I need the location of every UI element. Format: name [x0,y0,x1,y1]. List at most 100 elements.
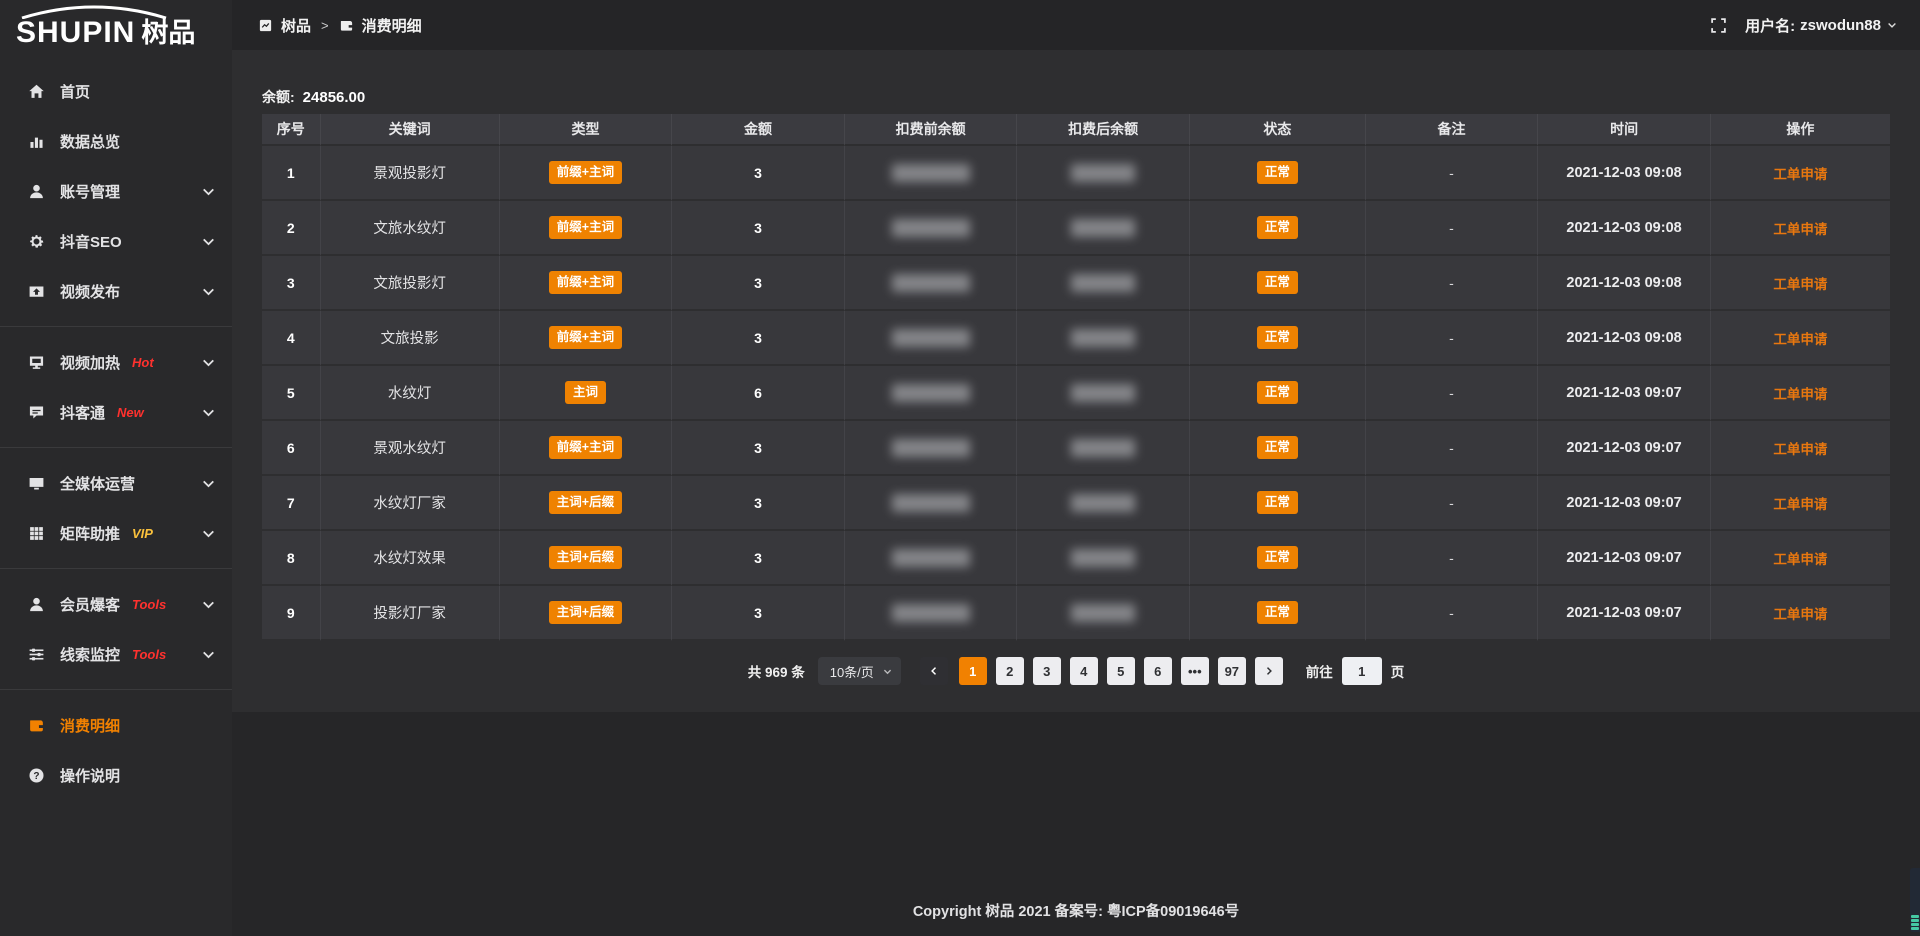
cell-remark: - [1366,476,1539,531]
work-order-link[interactable]: 工单申请 [1773,167,1827,182]
breadcrumb-item-home[interactable]: 树品 [281,15,311,36]
cell-status: 正常 [1190,366,1366,421]
cell-status: 正常 [1190,476,1366,531]
page-size-select[interactable]: 10条/页 [818,657,901,685]
keyword-text: 文旅投影灯 [373,276,446,292]
fullscreen-icon[interactable] [1710,17,1727,34]
cell-time: 2021-12-03 09:07 [1538,476,1711,531]
corner-widget[interactable] [1910,868,1920,932]
cell-amount: 3 [672,146,845,201]
masked-balance-after [1071,604,1135,622]
page-button-3[interactable]: 3 [1033,657,1061,685]
work-order-link[interactable]: 工单申请 [1773,607,1827,622]
sidebar-item-data-overview[interactable]: 数据总览 [0,116,232,166]
page-button-6[interactable]: 6 [1144,657,1172,685]
next-page-button[interactable] [1255,657,1283,685]
row-index: 6 [287,440,295,456]
masked-balance-after [1071,274,1135,292]
cell-keyword: 水纹灯 [321,366,500,421]
cell-index: 6 [262,421,321,476]
page-button-1[interactable]: 1 [959,657,987,685]
status-badge: 正常 [1257,216,1298,240]
sidebar-item-douketong[interactable]: 抖客通New [0,387,232,437]
cell-action: 工单申请 [1711,256,1890,311]
time-text: 2021-12-03 09:08 [1566,275,1681,291]
sidebar: SHUPIN 树品 首页数据总览账号管理抖音SEO视频发布视频加热Hot抖客通N… [0,0,232,936]
sidebar-item-video-heat[interactable]: 视频加热Hot [0,337,232,387]
sidebar-item-label: 会员爆客 [60,594,120,615]
cell-status: 正常 [1190,146,1366,201]
sidebar-item-badge: Tools [132,647,166,662]
cell-amount: 3 [672,311,845,366]
sidebar-item-home[interactable]: 首页 [0,66,232,116]
column-header-action: 操作 [1711,114,1890,146]
page-button-4[interactable]: 4 [1070,657,1098,685]
sidebar-item-account-manage[interactable]: 账号管理 [0,166,232,216]
brand-logo[interactable]: SHUPIN 树品 [0,0,232,66]
masked-balance-after [1071,164,1135,182]
keyword-text: 水纹灯厂家 [373,496,446,512]
sidebar-item-badge: New [117,405,144,420]
balance-row: 余额: 24856.00 [262,50,1890,114]
work-order-link[interactable]: 工单申请 [1773,277,1827,292]
sidebar-item-label: 操作说明 [60,765,120,786]
sidebar-item-matrix-boost[interactable]: 矩阵助推VIP [0,508,232,558]
work-order-link[interactable]: 工单申请 [1773,552,1827,567]
cell-keyword: 文旅投影 [321,311,500,366]
sliders-icon [28,646,45,663]
chevron-down-icon [200,525,217,542]
cell-action: 工单申请 [1711,201,1890,256]
row-index: 2 [287,220,295,236]
row-index: 3 [287,275,295,291]
cell-index: 8 [262,531,321,586]
sidebar-item-media-operation[interactable]: 全媒体运营 [0,458,232,508]
goto-page-input[interactable] [1342,657,1382,685]
breadcrumb-item-current: 消费明细 [362,15,422,36]
work-order-link[interactable]: 工单申请 [1773,497,1827,512]
more-pages-button[interactable]: ••• [1181,657,1209,685]
work-order-link[interactable]: 工单申请 [1773,387,1827,402]
time-text: 2021-12-03 09:08 [1566,165,1681,181]
prev-page-button[interactable] [920,657,948,685]
cell-time: 2021-12-03 09:07 [1538,366,1711,421]
cell-keyword: 水纹灯厂家 [321,476,500,531]
time-text: 2021-12-03 09:08 [1566,330,1681,346]
remark-text: - [1449,440,1454,456]
work-order-link[interactable]: 工单申请 [1773,222,1827,237]
work-order-link[interactable]: 工单申请 [1773,442,1827,457]
cell-balance-before [845,421,1018,476]
cell-status: 正常 [1190,311,1366,366]
page-button-2[interactable]: 2 [996,657,1024,685]
remark-text: - [1449,605,1454,621]
sidebar-item-consume-detail[interactable]: 消费明细 [0,700,232,750]
masked-balance-after [1071,549,1135,567]
sidebar-item-clue-monitor[interactable]: 线索监控Tools [0,629,232,679]
sidebar-item-operation-guide[interactable]: ?操作说明 [0,750,232,800]
cell-keyword: 水纹灯效果 [321,531,500,586]
table-row: 8水纹灯效果主词+后缀3正常-2021-12-03 09:07工单申请 [262,531,1890,586]
remark-text: - [1449,385,1454,401]
column-header-remark: 备注 [1366,114,1539,146]
status-badge: 正常 [1257,601,1298,625]
status-badge: 正常 [1257,546,1298,570]
table-row: 7水纹灯厂家主词+后缀3正常-2021-12-03 09:07工单申请 [262,476,1890,531]
pagination-bar: 共 969 条 10条/页 123456•••97 前往 [262,657,1890,685]
sidebar-item-video-publish[interactable]: 视频发布 [0,266,232,316]
cell-balance-after [1017,146,1190,201]
cell-amount: 3 [672,421,845,476]
page-button-97[interactable]: 97 [1218,657,1246,685]
type-badge: 前缀+主词 [549,216,622,240]
sidebar-item-douyin-seo[interactable]: 抖音SEO [0,216,232,266]
goto-label: 前往 [1306,661,1333,681]
logo-arc [18,5,170,19]
cell-time: 2021-12-03 09:08 [1538,311,1711,366]
cell-remark: - [1366,201,1539,256]
masked-balance-after [1071,384,1135,402]
chevron-down-icon [882,666,893,677]
page-button-5[interactable]: 5 [1107,657,1135,685]
sidebar-item-member-baoke[interactable]: 会员爆客Tools [0,579,232,629]
user-menu[interactable]: 用户名: zswodun88 [1745,15,1898,36]
work-order-link[interactable]: 工单申请 [1773,332,1827,347]
monitor-icon [28,475,45,492]
time-text: 2021-12-03 09:07 [1566,495,1681,511]
